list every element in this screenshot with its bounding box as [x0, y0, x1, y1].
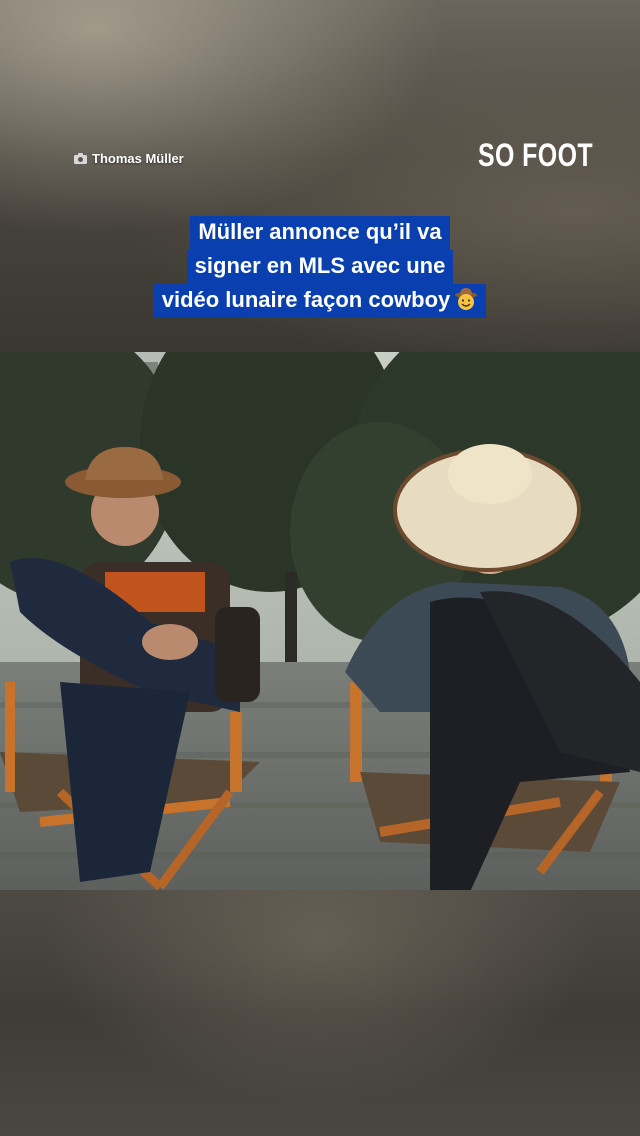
headline-line-1: Müller annonce qu’il va — [190, 216, 450, 250]
headline-line-2: signer en MLS avec une — [186, 250, 454, 284]
cowboy-face-emoji-icon — [455, 288, 478, 310]
video-scene — [0, 352, 640, 890]
headline-caption: Müller annonce qu’il va signer en MLS av… — [0, 216, 640, 318]
bottom-blurred-background — [0, 890, 640, 1136]
headline-line-3: vidéo lunaire façon cowboy — [161, 287, 451, 312]
headline-line-3-wrapper: vidéo lunaire façon cowboy — [153, 284, 487, 318]
photo-credit: Thomas Müller — [74, 151, 184, 166]
camera-icon — [74, 153, 87, 164]
so-foot-logo: SO FOOT — [478, 137, 594, 173]
video-frame[interactable] — [0, 352, 640, 890]
photo-credit-label: Thomas Müller — [92, 151, 184, 166]
